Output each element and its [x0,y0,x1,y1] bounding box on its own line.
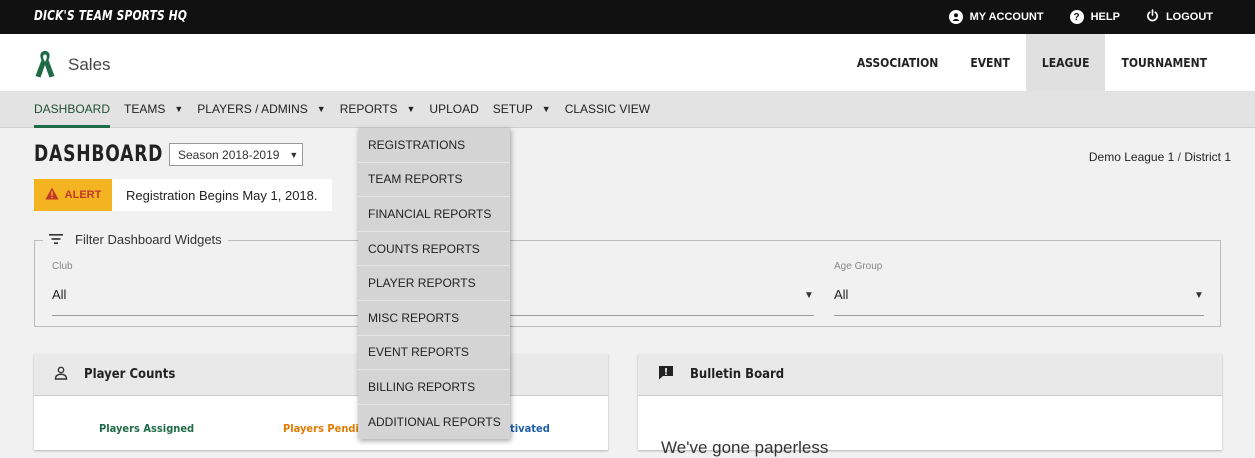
subnav-setup[interactable]: SETUP ▼ [493,91,551,128]
nav-tournament[interactable]: TOURNAMENT [1105,34,1255,91]
nav-association[interactable]: ASSOCIATION [841,34,955,91]
top-bar: DICK'S TEAM SPORTS HQ MY ACCOUNT ? HELP … [0,0,1255,34]
sub-nav: DASHBOARD TEAMS ▼ PLAYERS / ADMINS ▼ REPOR… [0,91,1255,128]
main-nav: ASSOCIATION EVENT LEAGUE TOURNAMENT [841,34,1255,91]
logout-label: LOGOUT [1165,11,1213,23]
alert-tag-label: ALERT [64,189,102,201]
season-select[interactable]: Season 2018-2019 ▼ [169,143,303,166]
help-label: HELP [1090,11,1120,23]
player-counts-card: Player Counts Players Assigned Players P… [34,354,608,450]
subnav-classic-label: CLASSIC VIEW [564,102,651,116]
help-icon: ? [1069,10,1084,24]
reports-dropdown-menu: REGISTRATIONS TEAM REPORTS FINANCIAL REP… [358,128,510,440]
menu-item-event-reports[interactable]: EVENT REPORTS [358,336,510,371]
nav-league[interactable]: LEAGUE [1025,34,1106,91]
menu-item-additional-reports[interactable]: ADDITIONAL REPORTS [358,405,510,440]
subnav-upload[interactable]: UPLOAD [429,91,478,128]
subnav-reports-label: REPORTS [339,102,398,116]
menu-item-player-reports[interactable]: PLAYER REPORTS [358,266,510,301]
caret-down-icon: ▼ [541,104,551,114]
caret-down-icon: ▼ [406,104,416,114]
logout-link[interactable]: LOGOUT [1146,9,1213,25]
subnav-reports[interactable]: REPORTS ▼ [340,91,416,128]
bulletin-board-card: Bulletin Board We've gone paperless [638,354,1222,457]
subnav-dashboard[interactable]: DASHBOARD [34,91,111,128]
player-counts-title: Player Counts [84,367,176,382]
menu-item-team-reports[interactable]: TEAM REPORTS [358,163,510,198]
nav-event[interactable]: EVENT [954,34,1026,91]
filter-widgets-box: Filter Dashboard Widgets Club All ▼ Age … [34,232,1221,327]
page-title: DASHBOARD [34,142,164,167]
age-group-value: All [834,287,849,302]
person-icon [54,366,68,384]
caret-down-icon: ▼ [289,149,299,160]
subnav-upload-label: UPLOAD [429,102,479,116]
app-title: Sales [68,55,111,74]
my-account-link[interactable]: MY ACCOUNT [948,10,1044,24]
caret-down-icon: ▼ [804,290,814,301]
alert-message: Registration Begins May 1, 2018. [112,179,332,211]
announcement-icon [658,365,674,384]
club-value: All [52,287,67,302]
bulletin-board-title: Bulletin Board [690,367,785,382]
menu-item-financial-reports[interactable]: FINANCIAL REPORTS [358,197,510,232]
subnav-players-admins[interactable]: PLAYERS / ADMINS ▼ [197,91,325,128]
bulletin-board-header: Bulletin Board [638,354,1222,396]
subnav-players-label: PLAYERS / ADMINS [197,102,308,116]
brand-logo-text[interactable]: DICK'S TEAM SPORTS HQ [34,9,187,24]
warning-icon [45,187,59,203]
breadcrumb-separator: / [1177,150,1181,164]
breadcrumb-league[interactable]: Demo League 1 [1089,150,1174,164]
filter-legend-label: Filter Dashboard Widgets [75,232,222,247]
bulletin-text: We've gone paperless [661,438,829,457]
subnav-teams-label: TEAMS [124,102,166,116]
subnav-classic-view[interactable]: CLASSIC VIEW [565,91,650,128]
player-counts-header: Player Counts [34,354,608,396]
subnav-teams[interactable]: TEAMS ▼ [124,91,183,128]
subnav-setup-label: SETUP [492,102,533,116]
menu-item-counts-reports[interactable]: COUNTS REPORTS [358,232,510,267]
my-account-label: MY ACCOUNT [969,11,1044,23]
account-links: MY ACCOUNT ? HELP LOGOUT [948,0,1213,34]
breadcrumb: Demo League 1 / District 1 [1089,150,1231,164]
alert-tag: ALERT [34,179,112,211]
caret-down-icon: ▼ [174,104,184,114]
season-value: Season 2018-2019 [178,147,280,162]
menu-item-misc-reports[interactable]: MISC REPORTS [358,301,510,336]
age-group-field[interactable]: Age Group All ▼ [834,261,1204,316]
menu-item-registrations[interactable]: REGISTRATIONS [358,128,510,163]
help-link[interactable]: ? HELP [1069,10,1120,24]
account-icon [948,10,963,24]
ribbon-logo-icon[interactable] [34,49,56,84]
caret-down-icon: ▼ [316,104,326,114]
filter-legend[interactable]: Filter Dashboard Widgets [43,232,228,247]
power-icon [1146,9,1159,25]
menu-item-billing-reports[interactable]: BILLING REPORTS [358,370,510,405]
subnav-dashboard-label: DASHBOARD [34,102,111,116]
players-assigned-label[interactable]: Players Assigned [99,422,194,435]
app-header: Sales ASSOCIATION EVENT LEAGUE TOURNAMEN… [0,34,1255,91]
players-activated-label[interactable]: tivated [510,422,550,435]
breadcrumb-district: District 1 [1184,150,1231,164]
alert-banner: ALERT Registration Begins May 1, 2018. [34,179,332,211]
caret-down-icon: ▼ [1194,290,1204,301]
age-group-underline [834,315,1204,316]
age-group-label: Age Group [834,261,883,272]
filter-icon [49,232,63,247]
